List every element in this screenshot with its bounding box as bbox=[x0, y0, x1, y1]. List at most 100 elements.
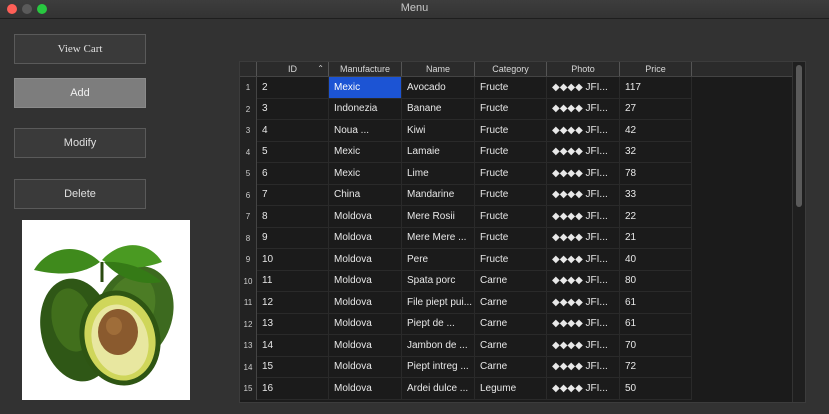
cell-price[interactable]: 117 bbox=[620, 77, 692, 99]
column-header-photo[interactable]: Photo bbox=[547, 62, 620, 76]
cell-name[interactable]: Mere Mere ... bbox=[402, 227, 475, 249]
cell-name[interactable]: Avocado bbox=[402, 77, 475, 99]
cell-manufacture[interactable]: Indonezia bbox=[329, 98, 402, 120]
row-header[interactable]: 14 bbox=[240, 356, 257, 378]
cell-category[interactable]: Fructe bbox=[475, 206, 547, 228]
cell-price[interactable]: 21 bbox=[620, 227, 692, 249]
row-header[interactable]: 8 bbox=[240, 227, 257, 249]
cell-manufacture[interactable]: Moldova bbox=[329, 378, 402, 400]
cell-name[interactable]: Mere Rosii bbox=[402, 206, 475, 228]
cell-name[interactable]: Lamaie bbox=[402, 141, 475, 163]
cell-price[interactable]: 32 bbox=[620, 141, 692, 163]
cell-price[interactable]: 42 bbox=[620, 120, 692, 142]
column-header-name[interactable]: Name bbox=[402, 62, 475, 76]
table-row[interactable]: 9 10 Moldova Pere Fructe ◆◆◆◆ JFI... 40 bbox=[240, 249, 805, 271]
cell-price[interactable]: 70 bbox=[620, 335, 692, 357]
cell-id[interactable]: 5 bbox=[257, 141, 329, 163]
cell-id[interactable]: 13 bbox=[257, 313, 329, 335]
cell-photo[interactable]: ◆◆◆◆ JFI... bbox=[547, 356, 620, 378]
cell-price[interactable]: 78 bbox=[620, 163, 692, 185]
cell-id[interactable]: 16 bbox=[257, 378, 329, 400]
cell-manufacture[interactable]: Moldova bbox=[329, 356, 402, 378]
table-row[interactable]: 15 16 Moldova Ardei dulce ... Legume ◆◆◆◆ JFI… bbox=[240, 378, 805, 400]
corner-cell[interactable] bbox=[240, 62, 257, 76]
cell-price[interactable]: 50 bbox=[620, 378, 692, 400]
cell-category[interactable]: Fructe bbox=[475, 227, 547, 249]
cell-category[interactable]: Carne bbox=[475, 270, 547, 292]
cell-name[interactable]: Banane bbox=[402, 98, 475, 120]
cell-category[interactable]: Fructe bbox=[475, 249, 547, 271]
row-header[interactable]: 9 bbox=[240, 249, 257, 271]
cell-manufacture[interactable]: Moldova bbox=[329, 249, 402, 271]
table-row[interactable]: 1 2 Mexic Avocado Fructe ◆◆◆◆ JFI... 117 bbox=[240, 77, 805, 99]
cell-photo[interactable]: ◆◆◆◆ JFI... bbox=[547, 184, 620, 206]
cell-name[interactable]: Kiwi bbox=[402, 120, 475, 142]
cell-category[interactable]: Fructe bbox=[475, 141, 547, 163]
vertical-scrollbar-thumb[interactable] bbox=[796, 65, 802, 207]
row-header[interactable]: 1 bbox=[240, 77, 257, 99]
cell-name[interactable]: Jambon de ... bbox=[402, 335, 475, 357]
cell-manufacture[interactable]: China bbox=[329, 184, 402, 206]
cell-manufacture[interactable]: Moldova bbox=[329, 335, 402, 357]
row-header[interactable]: 7 bbox=[240, 206, 257, 228]
cell-category[interactable]: Fructe bbox=[475, 77, 547, 99]
cell-name[interactable]: Mandarine bbox=[402, 184, 475, 206]
row-header[interactable]: 3 bbox=[240, 120, 257, 142]
column-header-price[interactable]: Price bbox=[620, 62, 692, 76]
cell-name[interactable]: File piept pui... bbox=[402, 292, 475, 314]
cell-price[interactable]: 61 bbox=[620, 313, 692, 335]
table-row[interactable]: 4 5 Mexic Lamaie Fructe ◆◆◆◆ JFI... 32 bbox=[240, 141, 805, 163]
products-table[interactable]: ID ⌃ Manufacture Name Category Photo Pri… bbox=[239, 61, 806, 403]
table-row[interactable]: 8 9 Moldova Mere Mere ... Fructe ◆◆◆◆ JFI... 2… bbox=[240, 227, 805, 249]
vertical-scrollbar-track[interactable] bbox=[792, 62, 805, 402]
cell-id[interactable]: 14 bbox=[257, 335, 329, 357]
add-button[interactable]: Add bbox=[14, 78, 146, 108]
cell-category[interactable]: Fructe bbox=[475, 163, 547, 185]
cell-manufacture[interactable]: Moldova bbox=[329, 313, 402, 335]
cell-price[interactable]: 72 bbox=[620, 356, 692, 378]
row-header[interactable]: 10 bbox=[240, 270, 257, 292]
row-header[interactable]: 6 bbox=[240, 184, 257, 206]
cell-id[interactable]: 6 bbox=[257, 163, 329, 185]
cell-name[interactable]: Piept intreg ... bbox=[402, 356, 475, 378]
cell-category[interactable]: Carne bbox=[475, 356, 547, 378]
cell-id[interactable]: 10 bbox=[257, 249, 329, 271]
cell-category[interactable]: Fructe bbox=[475, 184, 547, 206]
view-cart-button[interactable]: View Cart bbox=[14, 34, 146, 64]
cell-photo[interactable]: ◆◆◆◆ JFI... bbox=[547, 120, 620, 142]
column-header-id[interactable]: ID ⌃ bbox=[257, 62, 329, 76]
table-row[interactable]: 5 6 Mexic Lime Fructe ◆◆◆◆ JFI... 78 bbox=[240, 163, 805, 185]
cell-photo[interactable]: ◆◆◆◆ JFI... bbox=[547, 313, 620, 335]
cell-category[interactable]: Carne bbox=[475, 335, 547, 357]
cell-price[interactable]: 80 bbox=[620, 270, 692, 292]
table-row[interactable]: 6 7 China Mandarine Fructe ◆◆◆◆ JFI... 33 bbox=[240, 184, 805, 206]
cell-id[interactable]: 8 bbox=[257, 206, 329, 228]
cell-category[interactable]: Fructe bbox=[475, 98, 547, 120]
cell-manufacture[interactable]: Mexic bbox=[329, 141, 402, 163]
cell-id[interactable]: 4 bbox=[257, 120, 329, 142]
cell-photo[interactable]: ◆◆◆◆ JFI... bbox=[547, 249, 620, 271]
cell-name[interactable]: Pere bbox=[402, 249, 475, 271]
row-header[interactable]: 5 bbox=[240, 163, 257, 185]
cell-price[interactable]: 33 bbox=[620, 184, 692, 206]
table-row[interactable]: 12 13 Moldova Piept de ... Carne ◆◆◆◆ JFI... 6… bbox=[240, 313, 805, 335]
cell-category[interactable]: Carne bbox=[475, 292, 547, 314]
cell-name[interactable]: Lime bbox=[402, 163, 475, 185]
cell-photo[interactable]: ◆◆◆◆ JFI... bbox=[547, 292, 620, 314]
table-row[interactable]: 10 11 Moldova Spata porc Carne ◆◆◆◆ JFI... 80 bbox=[240, 270, 805, 292]
cell-price[interactable]: 40 bbox=[620, 249, 692, 271]
column-header-manufacture[interactable]: Manufacture bbox=[329, 62, 402, 76]
cell-name[interactable]: Ardei dulce ... bbox=[402, 378, 475, 400]
table-row[interactable]: 3 4 Noua ... Kiwi Fructe ◆◆◆◆ JFI... 42 bbox=[240, 120, 805, 142]
cell-photo[interactable]: ◆◆◆◆ JFI... bbox=[547, 77, 620, 99]
cell-id[interactable]: 12 bbox=[257, 292, 329, 314]
cell-manufacture[interactable]: Mexic bbox=[329, 77, 402, 99]
cell-manufacture[interactable]: Noua ... bbox=[329, 120, 402, 142]
table-row[interactable]: 2 3 Indonezia Banane Fructe ◆◆◆◆ JFI... 27 bbox=[240, 98, 805, 120]
table-row[interactable]: 7 8 Moldova Mere Rosii Fructe ◆◆◆◆ JFI... 22 bbox=[240, 206, 805, 228]
modify-button[interactable]: Modify bbox=[14, 128, 146, 158]
cell-id[interactable]: 11 bbox=[257, 270, 329, 292]
cell-manufacture[interactable]: Moldova bbox=[329, 227, 402, 249]
cell-id[interactable]: 15 bbox=[257, 356, 329, 378]
row-header[interactable]: 2 bbox=[240, 98, 257, 120]
